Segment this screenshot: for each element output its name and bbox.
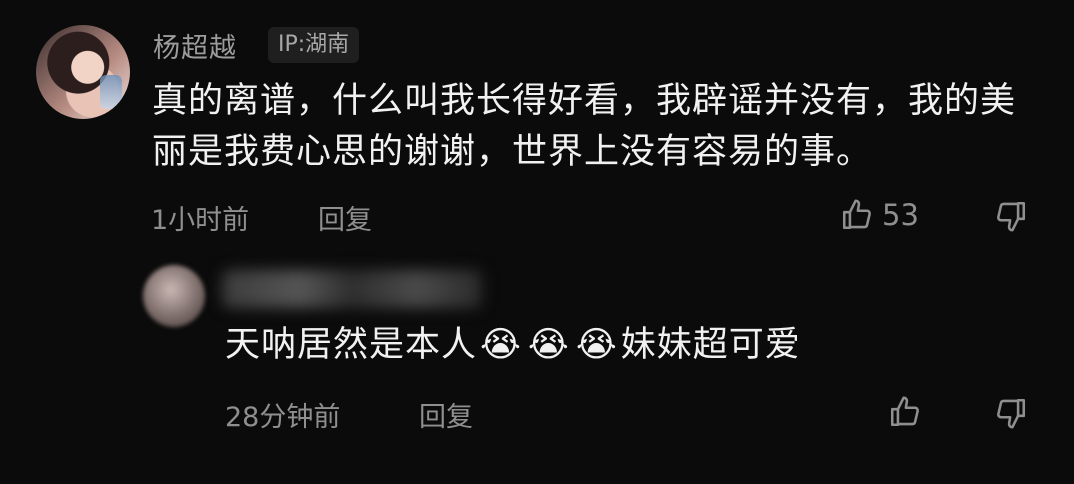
dislike-button[interactable] [994, 199, 1030, 235]
comment-text: 真的离谱，什么叫我长得好看，我辟谣并没有，我的美丽是我费心思的谢谢，世界上没有容… [152, 81, 1017, 172]
comment-text-part: 天呐居然是本人 [225, 325, 478, 365]
comment-time: 28分钟前 [225, 402, 341, 433]
comment-text-part: 妹妹超可爱 [620, 325, 801, 365]
comment-text: 天呐居然是本人😭 😭 😭妹妹超可爱 [225, 322, 801, 368]
user-avatar[interactable] [36, 25, 130, 119]
crying-emoji: 😭 [480, 325, 522, 365]
thumbs-up-icon [888, 395, 922, 429]
thumbs-down-icon [994, 199, 1030, 233]
thumbs-up-icon [840, 198, 874, 232]
crying-emoji: 😭 [527, 325, 570, 365]
username-blurred[interactable] [222, 270, 482, 308]
reply-comment-item: 天呐居然是本人😭 😭 😭妹妹超可爱 28分钟前 回复 [0, 250, 1074, 484]
like-button[interactable] [888, 395, 922, 429]
reply-button[interactable]: 回复 [318, 198, 372, 237]
crying-emoji: 😭 [575, 325, 618, 365]
comment-time: 1小时前 [151, 205, 250, 236]
ip-location-badge: IP:湖南 [268, 27, 360, 63]
user-avatar[interactable] [143, 265, 205, 327]
comment-item: 杨超越 IP:湖南 真的离谱，什么叫我长得好看，我辟谣并没有，我的美丽是我费心思… [0, 0, 1074, 250]
username[interactable]: 杨超越 [153, 26, 237, 65]
dislike-button[interactable] [994, 396, 1030, 432]
like-count: 53 [882, 198, 919, 232]
reply-button[interactable]: 回复 [419, 395, 473, 434]
thumbs-down-icon [994, 396, 1030, 430]
like-button[interactable]: 53 [840, 198, 919, 232]
